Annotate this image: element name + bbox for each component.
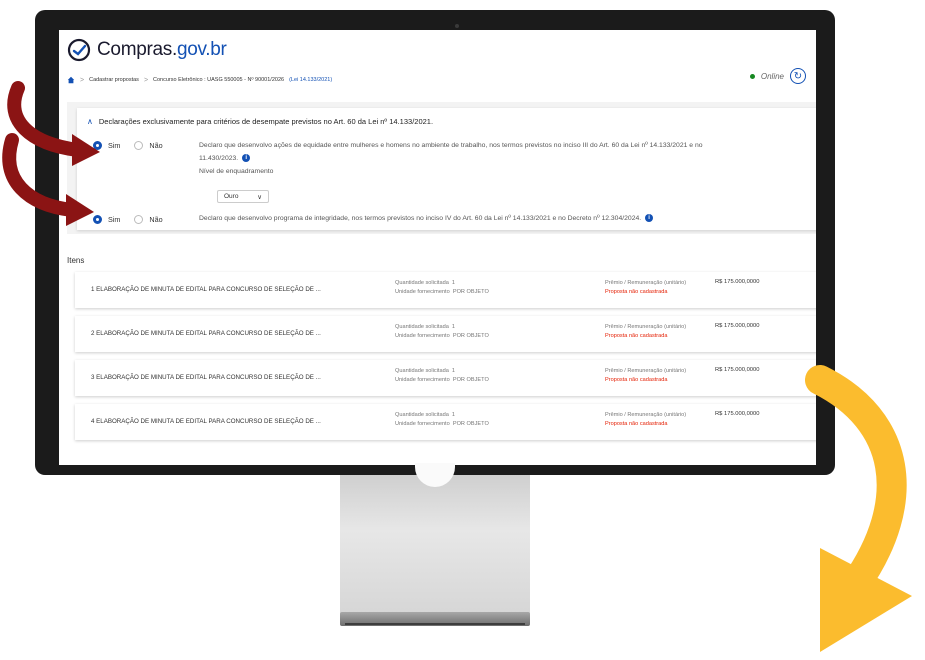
annotation-arrows [2, 81, 912, 652]
curved-arrow-icon [7, 81, 100, 166]
curved-arrow-icon [805, 365, 912, 652]
